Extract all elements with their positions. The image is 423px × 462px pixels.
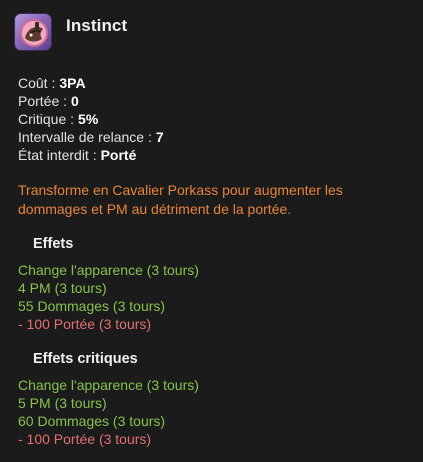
- stat-value: 3PA: [59, 75, 86, 91]
- effect-line: - 100 Portée (3 tours): [18, 431, 152, 447]
- stat-value: 5%: [78, 111, 99, 127]
- effects-list: Change l'apparence (3 tours) 4 PM (3 tou…: [18, 261, 199, 333]
- stat-range: Portée :0: [18, 92, 164, 110]
- critical-effects-title: Effets critiques: [33, 351, 138, 367]
- stat-value: 0: [71, 93, 79, 109]
- stat-value: Porté: [100, 147, 137, 163]
- stat-label: État interdit :: [18, 147, 97, 163]
- cavalier-porkass-icon: [14, 13, 52, 51]
- spell-stats: Coût :3PA Portée :0 Critique :5% Interva…: [18, 74, 164, 164]
- spell-description: Transforme en Cavalier Porkass pour augm…: [18, 182, 343, 217]
- effect-line: 60 Dommages (3 tours): [18, 413, 166, 429]
- effects-title: Effets: [33, 236, 74, 252]
- spell-title: Instinct: [66, 16, 128, 35]
- stat-label: Portée :: [18, 93, 68, 109]
- stat-label: Coût :: [18, 75, 56, 91]
- effect-line: 4 PM (3 tours): [18, 280, 107, 296]
- effect-line: - 100 Portée (3 tours): [18, 316, 152, 332]
- stat-forbidden-state: État interdit : Porté: [18, 146, 164, 164]
- stat-value: 7: [155, 129, 164, 145]
- tooltip-header: Instinct: [14, 13, 127, 51]
- spell-tooltip: Instinct Coût :3PA Portée :0 Critique :5…: [0, 0, 423, 462]
- effect-line: 5 PM (3 tours): [18, 395, 107, 411]
- stat-cost: Coût :3PA: [18, 74, 164, 92]
- stat-label: Critique :: [18, 111, 75, 127]
- effect-line: Change l'apparence (3 tours): [18, 377, 199, 393]
- stat-critical: Critique :5%: [18, 110, 164, 128]
- effect-line: Change l'apparence (3 tours): [18, 262, 199, 278]
- critical-effects-list: Change l'apparence (3 tours) 5 PM (3 tou…: [18, 376, 199, 448]
- stat-label: Intervalle de relance :: [18, 129, 152, 145]
- stat-cooldown: Intervalle de relance :7: [18, 128, 164, 146]
- effect-line: 55 Dommages (3 tours): [18, 298, 166, 314]
